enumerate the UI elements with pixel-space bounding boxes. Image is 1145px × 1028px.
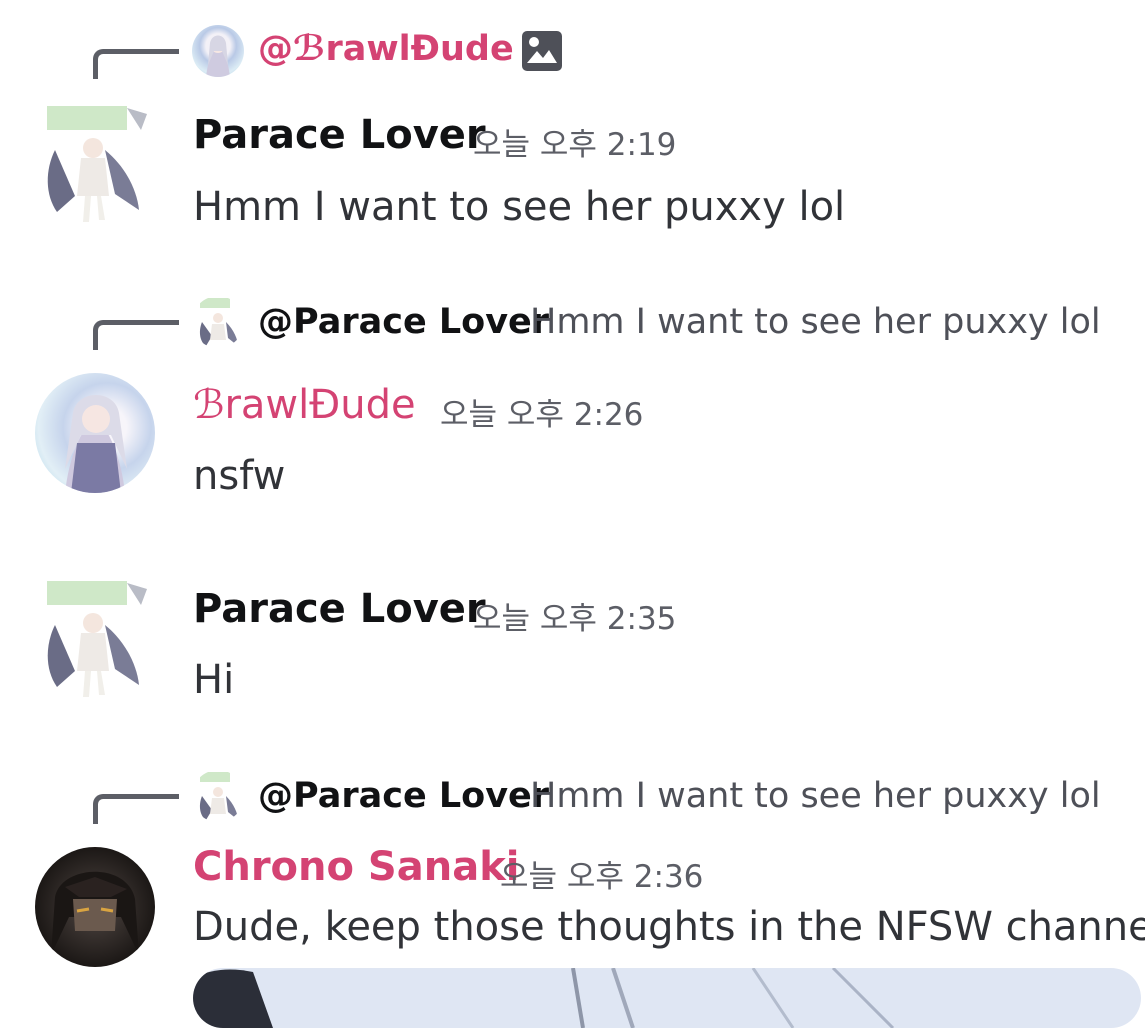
message-content: nsfw bbox=[193, 453, 286, 499]
timestamp: 오늘 오후 2:35 bbox=[473, 601, 677, 637]
message-content: Dude, keep those thoughts in the NFSW ch… bbox=[193, 904, 1145, 950]
image-attachment[interactable] bbox=[193, 968, 1141, 1028]
avatar-parace-lover[interactable] bbox=[35, 100, 155, 225]
avatar-chrono-sanaki[interactable] bbox=[35, 847, 155, 967]
timestamp: 오늘 오후 2:36 bbox=[500, 859, 704, 895]
author-name[interactable]: Parace Lover bbox=[193, 112, 486, 158]
timestamp: 오늘 오후 2:26 bbox=[440, 397, 644, 433]
timestamp: 오늘 오후 2:19 bbox=[473, 127, 677, 163]
reply-avatar-brawldude[interactable] bbox=[192, 25, 244, 77]
reply-spine bbox=[93, 320, 179, 350]
reply-avatar-parace-lover[interactable] bbox=[192, 770, 244, 822]
author-name[interactable]: Chrono Sanaki bbox=[193, 844, 520, 890]
message-content: Hi bbox=[193, 657, 235, 703]
author-name[interactable]: Parace Lover bbox=[193, 586, 486, 632]
avatar-parace-lover[interactable] bbox=[35, 575, 155, 700]
reply-spine bbox=[93, 794, 179, 824]
reply-username[interactable]: @Parace Lover bbox=[258, 302, 549, 342]
reply-username[interactable]: @ℬrawlĐude bbox=[258, 29, 514, 69]
avatar-brawldude[interactable] bbox=[35, 373, 155, 493]
reply-spine bbox=[93, 49, 179, 79]
image-icon[interactable] bbox=[522, 31, 562, 71]
reply-preview-text[interactable]: Hmm I want to see her puxxy lol bbox=[530, 776, 1101, 816]
reply-avatar-parace-lover[interactable] bbox=[192, 296, 244, 348]
reply-preview-text[interactable]: Hmm I want to see her puxxy lol bbox=[530, 302, 1101, 342]
message-content: Hmm I want to see her puxxy lol bbox=[193, 184, 846, 230]
author-name[interactable]: ℬrawlĐude bbox=[193, 382, 416, 428]
reply-username[interactable]: @Parace Lover bbox=[258, 776, 549, 816]
